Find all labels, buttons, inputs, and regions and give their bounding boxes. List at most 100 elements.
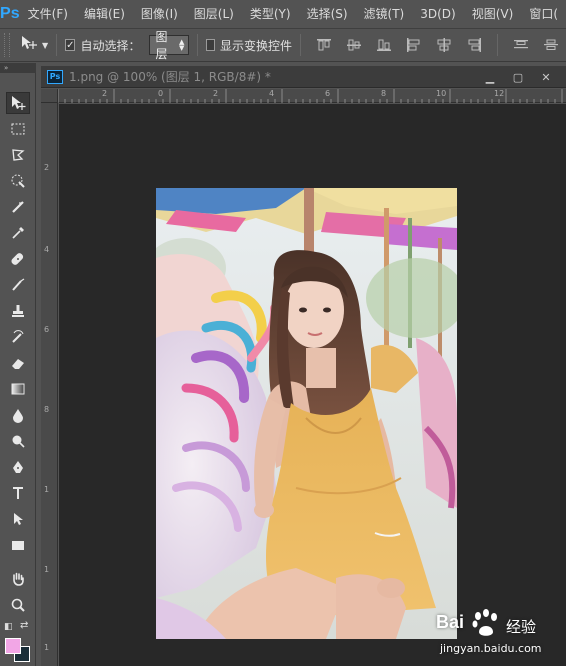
- ruler-tick-label: 2: [102, 89, 108, 98]
- baidu-paw-icon: [472, 609, 497, 636]
- foreground-color-swatch[interactable]: [5, 638, 21, 654]
- crop-tool-button[interactable]: [6, 196, 30, 218]
- menu-edit[interactable]: 编辑(E): [76, 0, 133, 28]
- path-selection-icon: [14, 513, 23, 525]
- pen-tool-button[interactable]: [6, 456, 30, 478]
- menu-bar: Ps 文件(F) 编辑(E) 图像(I) 图层(L) 类型(Y) 选择(S) 滤…: [0, 0, 566, 28]
- type-tool-button[interactable]: [6, 482, 30, 504]
- watermark-product: 经验: [506, 618, 537, 636]
- ruler-tick-label: 8: [44, 405, 50, 414]
- align-vertical-centers-icon[interactable]: [346, 38, 362, 52]
- auto-select-target-dropdown[interactable]: 图层 ▲ ▼: [148, 30, 190, 61]
- spot-healing-tool-button[interactable]: [6, 248, 30, 270]
- separator: [56, 34, 58, 56]
- distribute-buttons: [506, 38, 566, 52]
- align-top-edges-icon[interactable]: [316, 38, 332, 52]
- rectangular-marquee-icon: [11, 123, 25, 135]
- ruler-tick-label: 2: [213, 89, 219, 98]
- hand-tool-button[interactable]: [6, 568, 30, 590]
- tool-preset-picker[interactable]: ▼: [20, 35, 48, 55]
- eyedropper-tool-button[interactable]: [6, 222, 30, 244]
- align-buttons: [309, 38, 489, 52]
- photoshop-logo: Ps: [0, 5, 20, 22]
- type-icon: [13, 487, 23, 499]
- menu-window[interactable]: 窗口(: [521, 0, 566, 28]
- eraser-icon: [12, 359, 24, 369]
- lasso-icon: [12, 149, 25, 161]
- swap-colors-icon[interactable]: ⇄: [20, 620, 28, 631]
- ruler-tick-label: 1: [44, 565, 50, 574]
- show-transform-label: 显示变换控件: [219, 38, 292, 53]
- ruler-tick-label: 10: [436, 89, 447, 98]
- ruler-tick-label: 4: [44, 245, 50, 254]
- distribute-top-icon[interactable]: [513, 38, 529, 52]
- separator: [299, 34, 301, 56]
- dodge-tool-button[interactable]: [6, 430, 30, 452]
- toolbox-collapse-grip[interactable]: »: [0, 63, 36, 73]
- menu-type[interactable]: 类型(Y): [242, 0, 299, 28]
- maximize-icon[interactable]: ▢: [504, 69, 532, 85]
- blur-tool-button[interactable]: [6, 404, 30, 426]
- pen-icon: [13, 461, 23, 473]
- document-ps-icon: Ps: [47, 69, 63, 84]
- gradient-icon: [11, 383, 25, 395]
- stamp-icon: [12, 305, 24, 317]
- distribute-center-icon[interactable]: [543, 38, 559, 52]
- menu-filter[interactable]: 滤镜(T): [356, 0, 413, 28]
- bandage-icon: [11, 253, 24, 265]
- brush-tool-button[interactable]: [6, 274, 30, 296]
- zoom-tool-button[interactable]: [6, 594, 30, 616]
- menu-image[interactable]: 图像(I): [133, 0, 186, 28]
- ruler-tick-label: 4: [269, 89, 275, 98]
- watermark-url: jingyan.baidu.com: [440, 642, 542, 655]
- move-tool-button[interactable]: [6, 92, 30, 114]
- document-title[interactable]: 1.png @ 100% (图层 1, RGB/8#) *: [69, 68, 271, 85]
- move-tool-icon: [12, 96, 26, 110]
- move-tool-icon: [20, 35, 38, 55]
- horizontal-ruler[interactable]: 2 0 2 4 6 8 10 12: [58, 89, 566, 103]
- align-horizontal-centers-icon[interactable]: [436, 38, 452, 52]
- align-right-edges-icon[interactable]: [466, 38, 482, 52]
- lasso-tool-button[interactable]: [6, 144, 30, 166]
- menu-layer[interactable]: 图层(L): [186, 0, 242, 28]
- auto-select-label: 自动选择：: [80, 38, 141, 53]
- path-selection-tool-button[interactable]: [6, 508, 30, 530]
- quick-selection-tool-button[interactable]: [6, 170, 30, 192]
- history-brush-icon: [12, 330, 24, 343]
- toolbox: [0, 73, 36, 666]
- minimize-icon[interactable]: ▁: [476, 69, 504, 85]
- ruler-origin[interactable]: [41, 89, 58, 103]
- menu-view[interactable]: 视图(V): [464, 0, 522, 28]
- eraser-tool-button[interactable]: [6, 352, 30, 374]
- window-controls: ▁ ▢ ✕: [476, 66, 560, 88]
- align-left-edges-icon[interactable]: [406, 38, 422, 52]
- separator: [197, 34, 199, 56]
- hand-icon: [13, 572, 24, 586]
- ruler-tick-label: 1: [44, 643, 50, 652]
- close-icon[interactable]: ✕: [532, 69, 560, 85]
- vertical-ruler[interactable]: 2 4 6 8 1 1 1: [41, 103, 58, 666]
- show-transform-checkbox[interactable]: [206, 39, 215, 51]
- default-colors-icon[interactable]: ◧: [4, 622, 13, 632]
- menu-select[interactable]: 选择(S): [299, 0, 356, 28]
- quick-selection-icon: [11, 174, 25, 188]
- crop-icon: [12, 201, 24, 213]
- document-image[interactable]: [156, 188, 457, 639]
- align-bottom-edges-icon[interactable]: [376, 38, 392, 52]
- ruler-tick-label: 2: [44, 163, 50, 172]
- menu-file[interactable]: 文件(F): [20, 0, 76, 28]
- document-tab-bar: Ps 1.png @ 100% (图层 1, RGB/8#) * ▁ ▢ ✕: [41, 66, 566, 88]
- zoom-icon: [11, 598, 25, 612]
- options-bar: ▼ ✓ 自动选择： 图层 ▲ ▼ 显示变换控件: [0, 28, 566, 62]
- auto-select-checkbox[interactable]: ✓: [65, 39, 76, 51]
- clone-stamp-tool-button[interactable]: [6, 300, 30, 322]
- gradient-tool-button[interactable]: [6, 378, 30, 400]
- rectangle-tool-button[interactable]: [6, 534, 30, 556]
- photo-girl-on-carousel: [156, 188, 457, 639]
- history-brush-tool-button[interactable]: [6, 326, 30, 348]
- spinner-arrows-icon: ▲ ▼: [179, 38, 185, 52]
- options-bar-grip[interactable]: [4, 33, 10, 57]
- menu-3d[interactable]: 3D(D): [412, 0, 463, 28]
- marquee-tool-button[interactable]: [6, 118, 30, 140]
- blur-drop-icon: [13, 409, 23, 423]
